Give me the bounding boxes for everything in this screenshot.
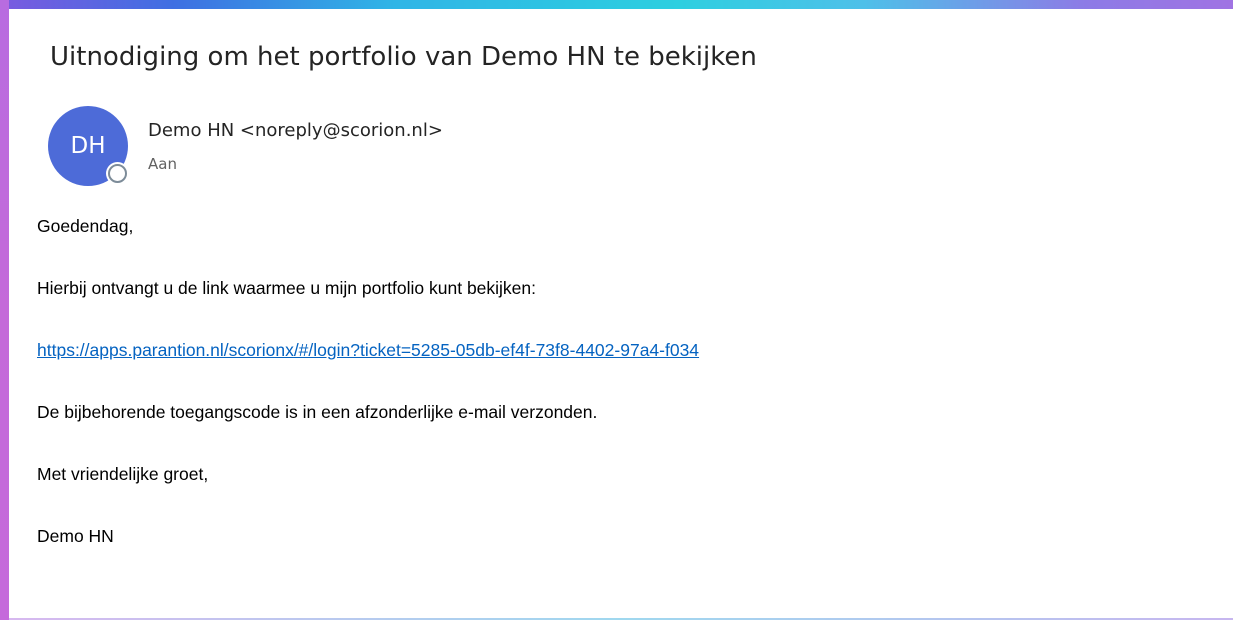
signature-text: Demo HN xyxy=(37,526,114,546)
sender-name[interactable]: Demo HN <noreply@scorion.nl> xyxy=(148,120,443,141)
left-gradient-border xyxy=(0,0,9,620)
avatar-initials: DH xyxy=(70,133,106,159)
greeting-text: Goedendag, xyxy=(37,216,134,236)
presence-status-icon xyxy=(108,164,127,183)
access-code-note: De bijbehorende toegangscode is in een a… xyxy=(37,402,598,422)
email-body: Goedendag, Hierbij ontvangt u de link wa… xyxy=(37,216,699,588)
email-window: Uitnodiging om het portfolio van Demo HN… xyxy=(0,0,1233,620)
portfolio-link[interactable]: https://apps.parantion.nl/scorionx/#/log… xyxy=(37,340,699,360)
closing-text: Met vriendelijke groet, xyxy=(37,464,209,484)
email-subject: Uitnodiging om het portfolio van Demo HN… xyxy=(50,42,757,72)
recipient-label: Aan xyxy=(148,155,177,173)
top-gradient-border xyxy=(0,0,1233,9)
intro-text: Hierbij ontvangt u de link waarmee u mij… xyxy=(37,278,537,298)
portfolio-link-paragraph: https://apps.parantion.nl/scorionx/#/log… xyxy=(37,340,699,402)
